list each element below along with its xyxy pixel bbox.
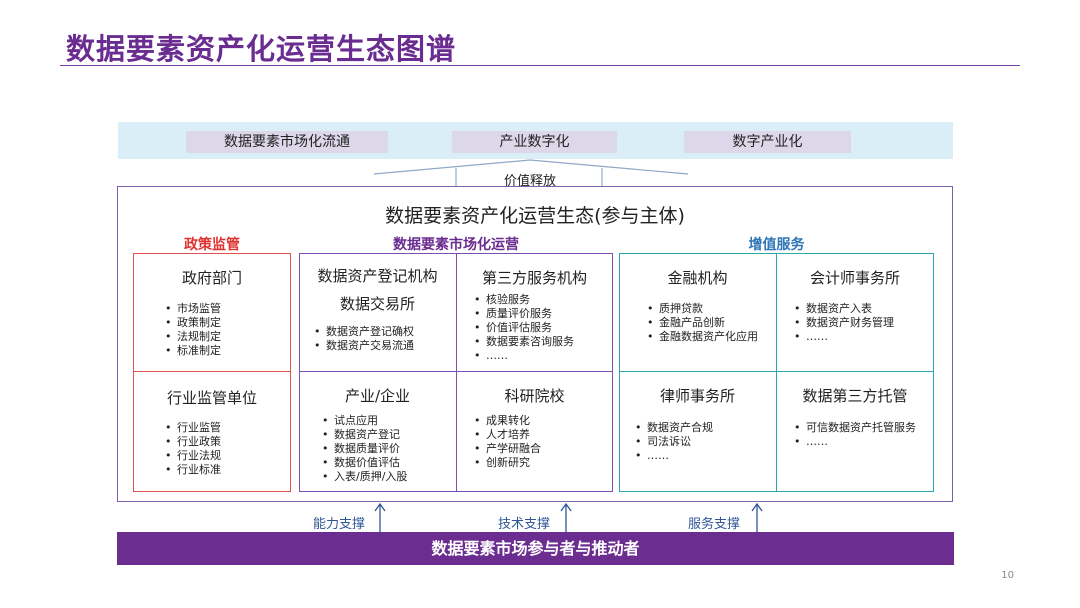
cell-list: 试点应用 数据资产登记 数据质量评价 数据价值评估 入表/质押/入股 [322,414,407,484]
list-item: 数据资产财务管理 [794,316,894,330]
cell-list: 可信数据资产托管服务 …… [794,421,918,449]
cell-third-party-services: 第三方服务机构 核验服务 质量评价服务 价值评估服务 数据要素咨询服务 …… [456,253,613,371]
cell-research-institutes: 科研院校 成果转化 人才培养 产学研融合 创新研究 [456,371,613,492]
cell-title: 产业/企业 [344,387,411,405]
cell-data-registry: 数据资产登记机构 数据交易所 数据资产登记确权 数据资产交易流通 [299,253,456,371]
list-item: 法规制定 [165,330,221,344]
list-item: 数据质量评价 [322,442,407,456]
cell-title: 会计师事务所 [809,269,900,287]
cell-list: 成果转化 人才培养 产学研融合 创新研究 [474,414,541,470]
list-item: 数据资产入表 [794,302,894,316]
list-item: 质押贷款 [647,302,765,316]
cell-law-firms: 律师事务所 数据资产合规 司法诉讼 …… [619,371,776,492]
list-item: 产学研融合 [474,442,541,456]
list-item: 数据资产交易流通 [314,339,414,353]
list-item: 市场监管 [165,302,221,316]
cell-list: 核验服务 质量评价服务 价值评估服务 数据要素咨询服务 …… [474,293,574,363]
list-item: 司法诉讼 [635,435,713,449]
list-item: …… [635,449,713,463]
cell-accounting-firms: 会计师事务所 数据资产入表 数据资产财务管理 …… [776,253,934,371]
cell-industry-regulator: 行业监管单位 行业监管 行业政策 行业法规 行业标准 [133,371,291,492]
support-technology-label: 技术支撑 [498,517,551,532]
list-item: 质量评价服务 [474,307,574,321]
cell-third-party-custody: 数据第三方托管 可信数据资产托管服务 …… [776,371,934,492]
cell-industry-enterprise: 产业/企业 试点应用 数据资产登记 数据质量评价 数据价值评估 入表/质押/入股 [299,371,456,492]
cell-title: 科研院校 [504,387,565,405]
list-item: 行业政策 [165,435,221,449]
list-item: …… [794,435,918,449]
list-item: 数据资产登记 [322,428,407,442]
section-policy-heading: 政策监管 [184,237,240,253]
cell-title: 行业监管单位 [166,389,257,407]
cell-title: 数据资产登记机构 [317,267,438,285]
list-item: 创新研究 [474,456,541,470]
list-item: 金融数据资产化应用 [647,330,765,344]
list-item: 行业标准 [165,463,221,477]
list-item: 数据要素咨询服务 [474,335,574,349]
page-number: 10 [1001,570,1014,581]
cell-title: 律师事务所 [659,387,735,405]
support-service-label: 服务支撑 [688,517,741,532]
list-item: 金融产品创新 [647,316,765,330]
cell-financial-institutions: 金融机构 质押贷款 金融产品创新 金融数据资产化应用 [619,253,776,371]
list-item: …… [794,330,894,344]
list-item: 数据资产登记确权 [314,325,414,339]
list-item: 成果转化 [474,414,541,428]
cell-title: 政府部门 [181,269,242,287]
list-item: 试点应用 [322,414,407,428]
cell-government: 政府部门 市场监管 政策制定 法规制定 标准制定 [133,253,291,371]
list-item: 人才培养 [474,428,541,442]
list-item: 行业法规 [165,449,221,463]
cell-list: 数据资产入表 数据资产财务管理 …… [794,302,894,344]
cell-title: 数据第三方托管 [802,387,908,405]
cell-list: 数据资产合规 司法诉讼 …… [635,421,713,463]
cell-list: 质押贷款 金融产品创新 金融数据资产化应用 [647,302,765,344]
section-market-heading: 数据要素市场化运营 [393,237,519,253]
list-item: 价值评估服务 [474,321,574,335]
cell-subtitle: 数据交易所 [339,295,415,313]
list-item: 数据价值评估 [322,456,407,470]
cell-list: 数据资产登记确权 数据资产交易流通 [314,325,414,353]
list-item: 数据资产合规 [635,421,713,435]
support-capability-label: 能力支撑 [313,517,366,532]
list-item: 入表/质押/入股 [322,470,407,484]
list-item: …… [474,349,574,363]
participants-band: 数据要素市场参与者与推动者 [117,532,954,565]
list-item: 核验服务 [474,293,574,307]
list-item: 行业监管 [165,421,221,435]
list-item: 政策制定 [165,316,221,330]
cell-title: 第三方服务机构 [481,269,587,287]
section-value-added-heading: 增值服务 [748,237,805,253]
list-item: 标准制定 [165,344,221,358]
list-item: 可信数据资产托管服务 [794,421,918,435]
cell-list: 市场监管 政策制定 法规制定 标准制定 [165,302,221,358]
cell-list: 行业监管 行业政策 行业法规 行业标准 [165,421,221,477]
cell-title: 金融机构 [667,269,728,287]
ecosystem-title: 数据要素资产化运营生态(参与主体) [385,205,685,227]
